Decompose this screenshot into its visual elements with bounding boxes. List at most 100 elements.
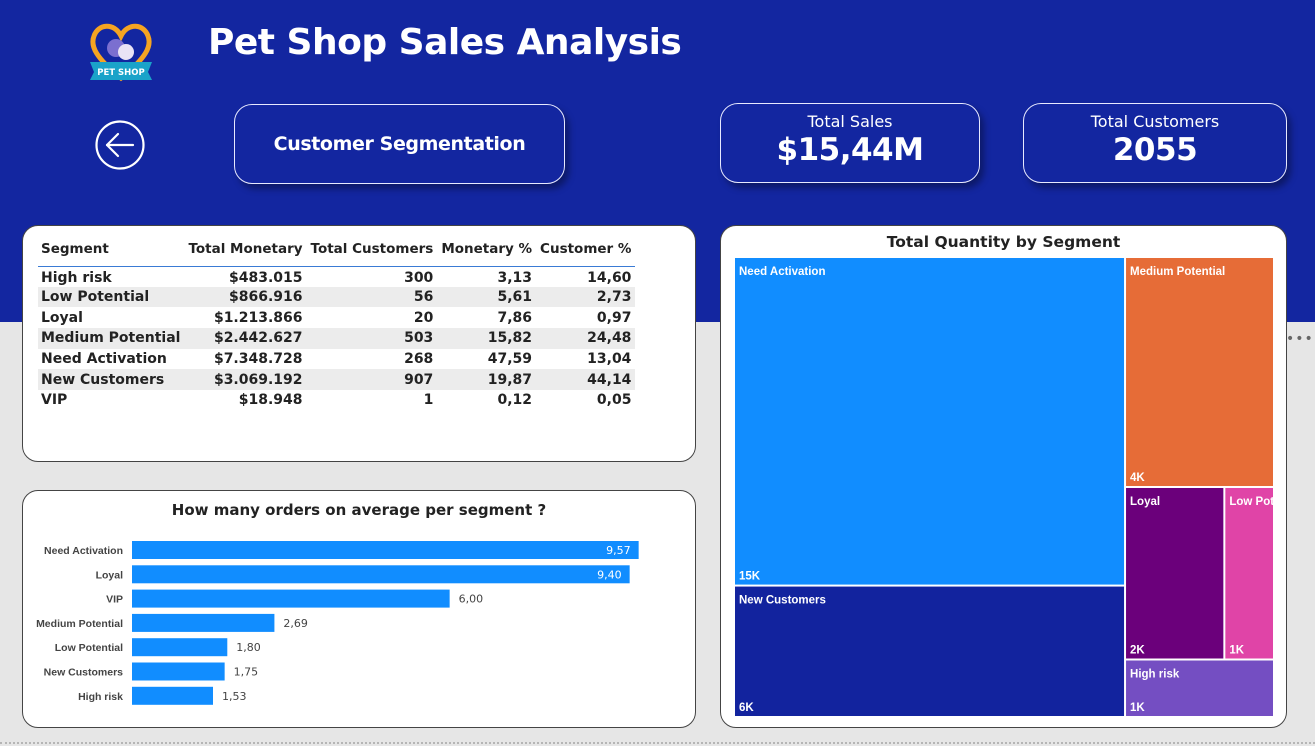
treemap-tile-medium-potential[interactable] <box>1126 258 1273 486</box>
treemap-tile-label: Low Pot... <box>1229 496 1283 508</box>
total-customers-card: Total Customers 2055 <box>1023 103 1287 183</box>
table-cell: 24,48 <box>536 328 636 349</box>
table-cell: 300 <box>404 270 434 287</box>
total-sales-card: Total Sales $15,44M <box>720 103 980 183</box>
table-row: Medium Potential $2.442.627 503 15,82 24… <box>38 328 636 349</box>
bar-category-label: New Customers <box>44 667 124 679</box>
table-cell: 3,13 <box>497 270 533 287</box>
kpi-label: Total Sales <box>807 112 893 131</box>
bar-category-label: Need Activation <box>44 545 123 557</box>
table-cell: 0,05 <box>596 392 632 409</box>
table-cell: $2.442.627 <box>184 328 307 349</box>
segment-table: Segment Total Monetary Total Customers M… <box>38 236 636 411</box>
bar[interactable] <box>132 565 630 584</box>
table-cell: 268 <box>404 351 434 368</box>
bar[interactable] <box>132 686 213 705</box>
more-options-icon[interactable]: ••• <box>1286 331 1314 347</box>
table-row: New Customers $3.069.192 907 19,87 44,14 <box>38 369 636 391</box>
bar-category-label: Loyal <box>96 569 124 581</box>
table-row: VIP $18.948 1 0,12 0,05 <box>38 390 635 411</box>
column-header[interactable]: Monetary % <box>437 236 537 267</box>
table-cell: 503 <box>306 328 438 349</box>
table-row: Loyal $1.213.866 20 7,86 0,97 <box>38 307 635 328</box>
table-cell: Low Potential <box>38 286 185 308</box>
customer-segmentation-button[interactable]: Customer Segmentation <box>234 104 565 184</box>
table-cell: $7.348.728 <box>213 351 303 368</box>
table-cell: 13,04 <box>587 351 632 368</box>
bar-value-label: 6,00 <box>459 593 484 606</box>
bar-value-label: 1,53 <box>222 690 247 703</box>
table-cell: Medium Potential <box>38 328 185 349</box>
customer-segmentation-label: Customer Segmentation <box>273 133 526 155</box>
column-header[interactable]: Customer % <box>536 236 636 267</box>
treemap-tile-low-pot[interactable] <box>1225 488 1273 659</box>
page-title: Pet Shop Sales Analysis <box>208 22 682 63</box>
table-cell: $866.916 <box>184 286 307 308</box>
kpi-label: Total Customers <box>1090 112 1220 131</box>
column-header[interactable]: Segment <box>38 236 185 267</box>
treemap-tile-label: New Customers <box>739 595 826 607</box>
table-cell: 56 <box>306 286 438 308</box>
bar[interactable] <box>132 541 639 559</box>
orders-bar-chart: Need Activation 9,57 Loyal 9,40 VIP 6,00 Mediu… <box>36 541 639 705</box>
treemap-tile-need-activation[interactable] <box>735 258 1125 585</box>
bar-category-label: Medium Potential <box>36 618 123 630</box>
kpi-value: 2055 <box>1112 132 1198 168</box>
treemap-tile-value: 2K <box>1130 645 1145 657</box>
quantity-treemap: Need Activation 15K New Customers 6K Medium … <box>735 258 1284 716</box>
table-cell: 0,97 <box>596 309 632 326</box>
table-cell: 15,82 <box>437 328 537 349</box>
pet-shop-logo: PET SHOP <box>90 23 152 82</box>
table-cell: 44,14 <box>536 369 636 391</box>
table-cell: 19,87 <box>437 369 537 391</box>
table-cell: Loyal <box>41 309 83 326</box>
treemap-tile-value: 4K <box>1130 472 1145 484</box>
kpi-value: $15,44M <box>776 132 924 168</box>
treemap-tile-value: 6K <box>739 702 754 714</box>
table-cell: 14,60 <box>587 270 632 287</box>
treemap-tile-label: Need Activation <box>739 266 825 278</box>
table-row: High risk $483.015 300 3,13 14,60 <box>38 266 635 287</box>
table-cell: 5,61 <box>437 286 537 308</box>
svg-text:PET SHOP: PET SHOP <box>97 68 145 78</box>
column-header[interactable]: Total Customers <box>306 236 438 267</box>
bar-category-label: VIP <box>106 594 123 606</box>
segment-table-card: Segment Total Monetary Total Customers M… <box>22 225 696 462</box>
bar-category-label: Low Potential <box>55 642 123 654</box>
column-header[interactable]: Total Monetary <box>184 236 307 267</box>
treemap-tile-loyal[interactable] <box>1126 488 1224 659</box>
table-cell: $18.948 <box>238 392 303 409</box>
table-cell: 20 <box>413 309 434 326</box>
treemap-tile-value: 1K <box>1130 702 1145 714</box>
bar[interactable] <box>132 589 450 608</box>
table-cell: 0,12 <box>497 392 533 409</box>
treemap-tile-value: 15K <box>739 571 761 583</box>
table-cell: $1.213.866 <box>213 309 303 326</box>
treemap-tile-value: 1K <box>1229 645 1244 657</box>
table-cell: VIP <box>41 392 68 409</box>
table-cell: Need Activation <box>41 351 167 368</box>
table-cell: High risk <box>41 270 112 287</box>
table-cell: 1 <box>423 392 434 409</box>
table-cell: 2,73 <box>536 286 636 308</box>
table-cell: $483.015 <box>229 270 303 287</box>
bar[interactable] <box>132 662 225 681</box>
bar-value-label: 1,80 <box>236 641 261 654</box>
table-cell: 7,86 <box>497 309 533 326</box>
table-row: Low Potential $866.916 56 5,61 2,73 <box>38 286 636 308</box>
table-row: Need Activation $7.348.728 268 47,59 13,… <box>38 349 635 370</box>
table-header-row: Segment Total Monetary Total Customers M… <box>38 236 636 267</box>
table-cell: $3.069.192 <box>184 369 307 391</box>
treemap-tile-label: Medium Potential <box>1130 266 1225 278</box>
page-bottom-border <box>0 742 1315 744</box>
treemap-tile-label: High risk <box>1130 669 1180 681</box>
bar[interactable] <box>132 613 275 632</box>
bar[interactable] <box>132 638 228 657</box>
table-cell: New Customers <box>38 369 185 391</box>
treemap-tile-label: Loyal <box>1130 496 1160 508</box>
orders-bar-chart-card: How many orders on average per segment ?… <box>22 490 696 728</box>
back-arrow-icon[interactable] <box>94 119 146 171</box>
bar-category-label: High risk <box>78 691 123 703</box>
bar-value-label: 1,75 <box>234 666 259 679</box>
bar-value-label: 2,69 <box>283 617 308 630</box>
